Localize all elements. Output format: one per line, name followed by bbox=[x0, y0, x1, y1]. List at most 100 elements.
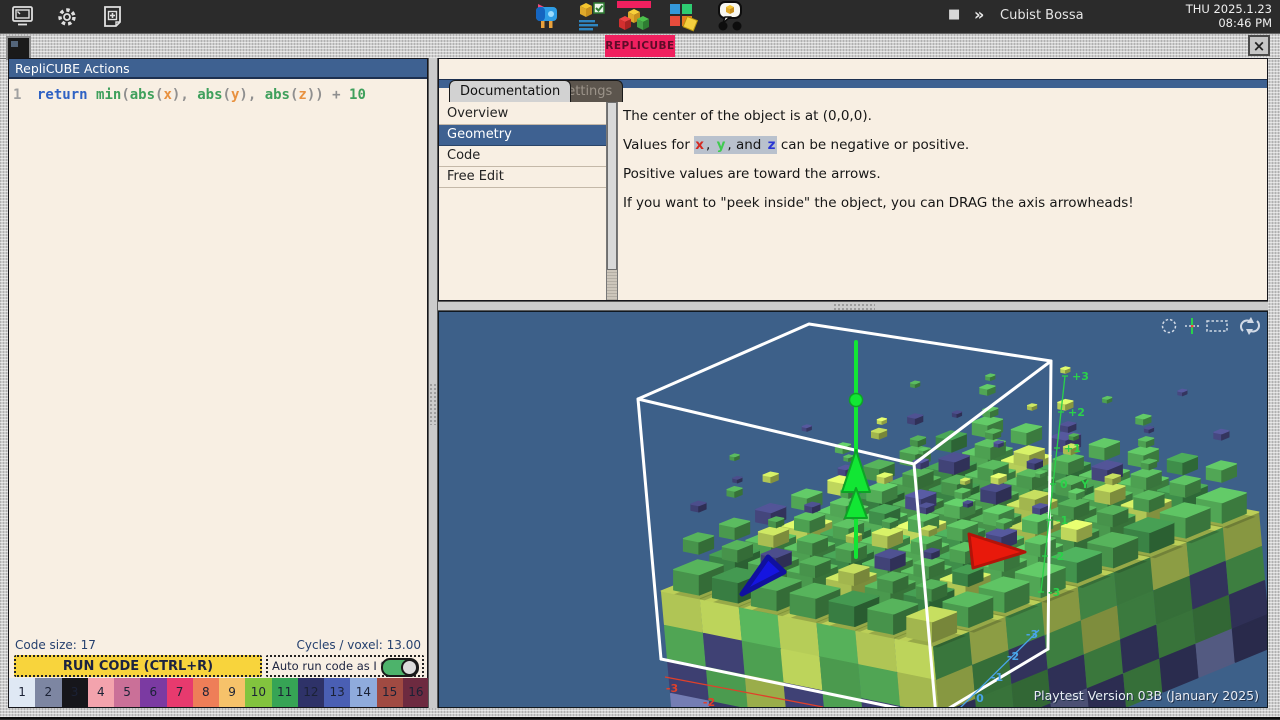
svg-text:+2: +2 bbox=[1068, 406, 1085, 419]
palette-swatch-number: 11 bbox=[272, 685, 298, 699]
docs-scrollbar-handle[interactable] bbox=[607, 102, 617, 270]
autorun-toggle[interactable] bbox=[381, 658, 419, 677]
palette-swatch-10[interactable]: 10 bbox=[245, 678, 271, 707]
palette-swatch-9[interactable]: 9 bbox=[219, 678, 245, 707]
palette-swatch-2[interactable]: 2 bbox=[35, 678, 61, 707]
palette-swatch-13[interactable]: 13 bbox=[324, 678, 350, 707]
close-button[interactable]: × bbox=[1248, 35, 1270, 56]
system-bar: ■ » Cubist Bossa THU 2025.1.23 08:46 PM bbox=[0, 0, 1280, 33]
vertical-splitter-grip[interactable] bbox=[429, 383, 437, 425]
toggle-knob bbox=[401, 659, 418, 676]
chat-cube-icon[interactable] bbox=[712, 1, 748, 32]
editor-panel: RepliCUBE Actions 1 return min(abs(x), a… bbox=[8, 58, 428, 708]
y-axis-arrowhead[interactable] bbox=[850, 394, 863, 407]
palette-swatch-5[interactable]: 5 bbox=[114, 678, 140, 707]
palette-swatch-number: 16 bbox=[403, 685, 429, 699]
docs-text: Positive values are toward the arrows. bbox=[623, 166, 881, 182]
horizontal-splitter-grip[interactable] bbox=[833, 303, 875, 311]
palette-swatch-6[interactable]: 6 bbox=[140, 678, 166, 707]
palette-swatch-7[interactable]: 7 bbox=[167, 678, 193, 707]
viewport-3d[interactable]: +3+2+10Y-1-2-3-3-2-3-2-10 Playtest Versi… bbox=[438, 311, 1268, 708]
code-token: return bbox=[37, 87, 96, 103]
axis-marker-icon[interactable] bbox=[1185, 318, 1199, 334]
selection-circle-icon[interactable] bbox=[1163, 320, 1176, 333]
cycles-label: Cycles / voxel: 13.00 bbox=[297, 638, 421, 652]
palette-swatch-number: 2 bbox=[35, 685, 61, 699]
svg-text:0: 0 bbox=[976, 692, 984, 705]
docs-paragraph: The center of the object is at (0,0,0). bbox=[623, 108, 1253, 124]
docs-text: The center of the object is at (0,0,0). bbox=[623, 108, 872, 124]
code-line[interactable]: return min(abs(x), abs(y), abs(z)) + 10 bbox=[37, 87, 366, 103]
palette-swatch-12[interactable]: 12 bbox=[298, 678, 324, 707]
window-app-icon[interactable] bbox=[6, 36, 31, 60]
palette-swatch-number: 10 bbox=[245, 685, 271, 699]
svg-text:+1: +1 bbox=[1064, 442, 1081, 455]
svg-text:-3: -3 bbox=[666, 682, 678, 695]
code-token: ( bbox=[121, 87, 129, 103]
palette-swatch-14[interactable]: 14 bbox=[350, 678, 376, 707]
svg-text:Y: Y bbox=[1080, 478, 1090, 491]
editor-panel-title: RepliCUBE Actions bbox=[9, 59, 427, 79]
selection-box-icon[interactable] bbox=[1207, 321, 1227, 331]
axis-chip-x: x bbox=[694, 136, 705, 154]
color-grid-icon[interactable] bbox=[664, 1, 700, 32]
screen: ■ » Cubist Bossa THU 2025.1.23 08:46 PM … bbox=[0, 0, 1280, 720]
horizontal-splitter[interactable] bbox=[438, 301, 1268, 311]
mailbox-icon[interactable] bbox=[528, 1, 564, 32]
svg-text:-2: -2 bbox=[703, 696, 715, 708]
palette-swatch-16[interactable]: 16 bbox=[403, 678, 429, 707]
palette-swatch-11[interactable]: 11 bbox=[272, 678, 298, 707]
stop-button[interactable]: ■ bbox=[948, 7, 960, 22]
code-token: + bbox=[324, 87, 349, 103]
docs-nav-geometry[interactable]: Geometry bbox=[439, 125, 606, 146]
docs-text: can be negative or positive. bbox=[777, 137, 970, 153]
palette-swatch-number: 8 bbox=[193, 685, 219, 699]
docs-scrollbar[interactable] bbox=[606, 102, 618, 300]
palette-swatch-number: 3 bbox=[62, 685, 88, 699]
code-token: abs bbox=[130, 87, 155, 103]
svg-text:-2: -2 bbox=[1007, 650, 1019, 663]
tab-documentation[interactable]: Documentation bbox=[449, 80, 571, 102]
clock-time: 08:46 PM bbox=[1186, 17, 1272, 31]
run-code-button[interactable]: RUN CODE (CTRL+R) bbox=[14, 655, 262, 677]
clock: THU 2025.1.23 08:46 PM bbox=[1186, 3, 1272, 30]
docs-nav-overview[interactable]: Overview bbox=[439, 104, 606, 125]
docs-body: OverviewGeometryCodeFree Edit The center… bbox=[439, 102, 1267, 300]
axis-chip-y: y bbox=[716, 136, 727, 154]
palette-swatch-8[interactable]: 8 bbox=[193, 678, 219, 707]
palette-swatch-4[interactable]: 4 bbox=[88, 678, 114, 707]
code-editor[interactable]: 1 return min(abs(x), abs(y), abs(z)) + 1… bbox=[9, 81, 427, 636]
line-number: 1 bbox=[13, 87, 21, 103]
autorun-container: Auto run code as I type bbox=[266, 655, 424, 677]
palette-swatch-number: 6 bbox=[140, 685, 166, 699]
axis-chip-z: z bbox=[767, 136, 777, 154]
code-token: min bbox=[96, 87, 121, 103]
code-token: , bbox=[248, 87, 265, 103]
code-token: z bbox=[298, 87, 306, 103]
new-document-icon[interactable] bbox=[100, 5, 126, 29]
code-token: x bbox=[163, 87, 171, 103]
color-palette: 12345678910111213141516 bbox=[9, 678, 429, 707]
skip-button[interactable]: » bbox=[974, 5, 984, 24]
svg-text:0: 0 bbox=[1060, 478, 1068, 491]
code-token: ( bbox=[223, 87, 231, 103]
docs-nav-free-edit[interactable]: Free Edit bbox=[439, 167, 606, 188]
palette-swatch-number: 13 bbox=[324, 685, 350, 699]
vertical-splitter[interactable] bbox=[428, 58, 438, 708]
task-cubes-icon[interactable] bbox=[572, 1, 608, 32]
docs-panel: Documentation Settings OverviewGeometryC… bbox=[438, 58, 1268, 301]
viewport-toolbar bbox=[1159, 315, 1263, 337]
computer-icon[interactable] bbox=[10, 5, 36, 29]
palette-swatch-15[interactable]: 15 bbox=[377, 678, 403, 707]
docs-nav-list: OverviewGeometryCodeFree Edit bbox=[439, 104, 606, 300]
rotate-view-icon[interactable] bbox=[1241, 317, 1259, 335]
svg-text:-1: -1 bbox=[1056, 514, 1068, 527]
docs-nav-code[interactable]: Code bbox=[439, 146, 606, 167]
replicube-icon[interactable] bbox=[616, 1, 652, 32]
palette-swatch-1[interactable]: 1 bbox=[9, 678, 35, 707]
docs-text: , bbox=[705, 136, 716, 154]
palette-swatch-number: 12 bbox=[298, 685, 324, 699]
settings-gear-icon[interactable] bbox=[54, 5, 80, 29]
palette-swatch-3[interactable]: 3 bbox=[62, 678, 88, 707]
palette-swatch-number: 1 bbox=[9, 685, 35, 699]
